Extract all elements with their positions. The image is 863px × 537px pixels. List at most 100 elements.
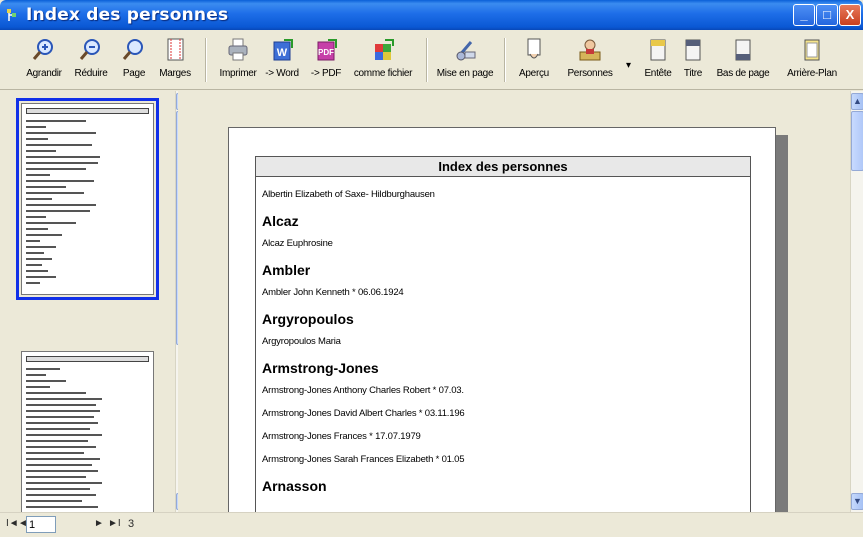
page-thumbnail-1[interactable] bbox=[16, 98, 159, 300]
thumbnail-line bbox=[26, 386, 50, 388]
next-page-button[interactable]: ► bbox=[94, 518, 104, 529]
background-button[interactable]: Arrière-Plan bbox=[780, 34, 844, 86]
page-number-input[interactable] bbox=[26, 516, 56, 533]
window-title: Index des personnes bbox=[26, 5, 229, 25]
maximize-icon: □ bbox=[823, 7, 831, 22]
page-preview-area: Index des personnes Albertin Elizabeth o… bbox=[196, 91, 850, 512]
pdf-export-icon: PDF bbox=[317, 39, 337, 61]
first-page-button[interactable]: I◄ bbox=[6, 518, 19, 529]
thumbnail-line bbox=[26, 180, 94, 182]
persons-button[interactable]: Personnes bbox=[562, 34, 618, 86]
thumbnail-line bbox=[26, 252, 44, 254]
header-button[interactable]: Entête bbox=[640, 34, 676, 86]
thumbnail-line bbox=[26, 452, 84, 454]
thumbnail-line bbox=[26, 204, 96, 206]
scrollbar-thumb[interactable] bbox=[176, 111, 178, 345]
thumbnail-line bbox=[26, 428, 90, 430]
thumbnail-line bbox=[26, 144, 92, 146]
scrollbar-thumb[interactable] bbox=[851, 111, 863, 171]
scroll-up-button[interactable]: ▲ bbox=[851, 93, 863, 110]
header-label: Entête bbox=[644, 68, 672, 79]
export-pdf-label: -> PDF bbox=[310, 68, 342, 79]
thumbnail-line bbox=[26, 246, 56, 248]
footer-icon bbox=[735, 39, 751, 61]
zoom-in-label: Agrandir bbox=[26, 68, 62, 79]
zoom-in-button[interactable]: Agrandir bbox=[22, 34, 66, 86]
thumbnail-line bbox=[26, 198, 52, 200]
persons-icon bbox=[579, 39, 601, 61]
thumbnail-line bbox=[26, 446, 96, 448]
export-pdf-button[interactable]: PDF -> PDF bbox=[306, 34, 346, 86]
thumbnail-line bbox=[26, 258, 52, 260]
thumbnail-line bbox=[26, 392, 86, 394]
close-icon: X bbox=[845, 7, 855, 22]
thumbnail-line bbox=[26, 506, 98, 508]
index-list: Albertin Elizabeth of Saxe- Hildburghaus… bbox=[256, 183, 750, 497]
export-word-button[interactable]: W -> Word bbox=[262, 34, 302, 86]
thumbnail-header bbox=[26, 108, 149, 114]
thumbnail-line bbox=[26, 410, 100, 412]
background-icon bbox=[804, 39, 820, 61]
report-page: Index des personnes Albertin Elizabeth o… bbox=[228, 127, 776, 512]
zoom-out-label: Réduire bbox=[74, 68, 108, 79]
thumbnail-line bbox=[26, 476, 86, 478]
title-button[interactable]: Titre bbox=[678, 34, 708, 86]
thumbnail-line bbox=[26, 282, 40, 284]
preview-button[interactable]: Aperçu bbox=[514, 34, 554, 86]
thumbnails-scrollbar[interactable]: ▲ ▼ bbox=[175, 91, 178, 512]
margins-icon bbox=[167, 38, 184, 61]
chevron-up-icon: ▲ bbox=[853, 96, 862, 106]
svg-text:PDF: PDF bbox=[318, 48, 334, 57]
header-icon bbox=[650, 39, 666, 61]
page-setup-button[interactable]: Mise en page bbox=[436, 34, 494, 86]
thumbnail-line bbox=[26, 234, 62, 236]
app-icon bbox=[7, 9, 16, 21]
zoom-page-button[interactable]: Page bbox=[116, 34, 152, 86]
page-setup-label: Mise en page bbox=[436, 68, 494, 79]
minimize-button[interactable]: _ bbox=[793, 4, 815, 26]
toolbar-separator bbox=[504, 38, 506, 82]
zoom-in-icon bbox=[32, 39, 53, 60]
page-count: 3 bbox=[128, 518, 135, 530]
margins-label: Marges bbox=[159, 68, 191, 79]
report-content: Index des personnes Albertin Elizabeth o… bbox=[255, 156, 751, 512]
footer-button[interactable]: Bas de page bbox=[710, 34, 776, 86]
thumbnail-line bbox=[26, 494, 96, 496]
page-setup-icon bbox=[456, 41, 476, 61]
zoom-page-icon bbox=[122, 39, 143, 60]
thumbnail-line bbox=[26, 422, 98, 424]
print-button[interactable]: Imprimer bbox=[216, 34, 260, 86]
thumbnail-line bbox=[26, 222, 76, 224]
persons-dropdown-icon[interactable]: ▾ bbox=[626, 60, 631, 71]
title-label: Titre bbox=[683, 68, 703, 79]
toolbar-separator bbox=[205, 38, 207, 82]
persons-label: Personnes bbox=[567, 68, 613, 79]
footer-label: Bas de page bbox=[716, 68, 770, 79]
title-icon bbox=[685, 39, 701, 61]
close-button[interactable]: X bbox=[839, 4, 861, 26]
page-thumbnail-2[interactable] bbox=[21, 351, 154, 512]
thumbnail-line bbox=[26, 270, 48, 272]
export-file-button[interactable]: comme fichier bbox=[350, 34, 416, 86]
thumbnail-line bbox=[26, 150, 56, 152]
index-person-entry: Armstrong-Jones Frances * 17.07.1979 bbox=[262, 431, 421, 442]
index-person-entry: Armstrong-Jones David Albert Charles * 0… bbox=[262, 408, 465, 419]
index-group-heading: Argyropoulos bbox=[262, 311, 354, 327]
scroll-up-button[interactable]: ▲ bbox=[176, 93, 178, 110]
preview-scrollbar[interactable]: ▲ ▼ bbox=[850, 91, 863, 512]
print-label: Imprimer bbox=[219, 68, 257, 79]
maximize-button[interactable]: □ bbox=[816, 4, 838, 26]
scroll-down-button[interactable]: ▼ bbox=[851, 493, 863, 510]
index-group-heading: Ambler bbox=[262, 262, 311, 278]
margins-button[interactable]: Marges bbox=[155, 34, 195, 86]
last-page-button[interactable]: ►I bbox=[108, 518, 121, 529]
thumbnail-line bbox=[26, 398, 102, 400]
background-label: Arrière-Plan bbox=[787, 68, 837, 79]
zoom-out-button[interactable]: Réduire bbox=[70, 34, 112, 86]
scroll-down-button[interactable]: ▼ bbox=[176, 493, 178, 510]
thumbnail-line bbox=[26, 404, 96, 406]
thumbnail-line bbox=[26, 216, 46, 218]
index-person-entry: Armstrong-Jones Anthony Charles Robert *… bbox=[262, 385, 464, 396]
thumbnail-line bbox=[26, 132, 96, 134]
zoom-page-label: Page bbox=[122, 68, 146, 79]
